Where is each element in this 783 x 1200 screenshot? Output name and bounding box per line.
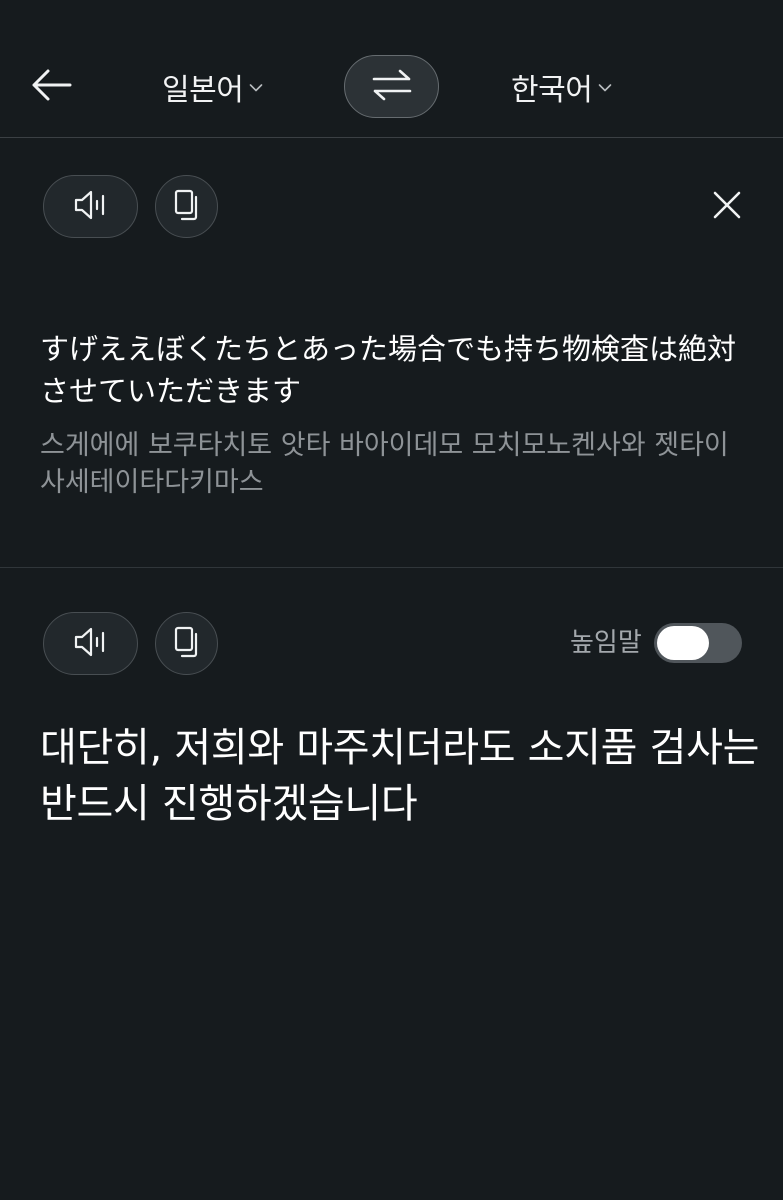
swap-languages-button[interactable] [344,55,439,118]
toggle-knob [657,626,709,660]
speaker-icon [74,626,108,662]
close-icon [713,191,741,223]
honorific-label: 높임말 [570,628,642,658]
copy-icon [174,626,200,662]
chevron-down-icon [249,83,263,93]
panel-divider [0,567,783,568]
source-pronunciation: 스게에에 보쿠타치토 앗타 바아이데모 모치모노켄사와 젯타이 사세테이타다키마… [40,430,729,498]
source-copy-button[interactable] [155,175,218,238]
back-button[interactable] [22,62,80,112]
source-language-label: 일본어 [162,73,244,108]
source-speak-button[interactable] [43,175,138,238]
arrow-left-icon [30,68,72,106]
clear-text-button[interactable] [706,186,748,228]
source-text[interactable]: すげええぼくたちとあった場合でも持ち物検査は絶対させていただきます [40,328,740,412]
chevron-down-icon [598,83,612,93]
top-bar: 일본어 한국어 [0,0,783,138]
speaker-icon [74,189,108,225]
copy-icon [174,189,200,225]
target-speak-button[interactable] [43,612,138,675]
target-language-selector[interactable]: 한국어 [511,64,612,110]
source-language-selector[interactable]: 일본어 [162,64,263,110]
target-language-label: 한국어 [511,73,593,108]
honorific-toggle[interactable] [654,623,742,663]
target-copy-button[interactable] [155,612,218,675]
target-text: 대단히, 저희와 마주치더라도 소지품 검사는 반드시 진행하겠습니다 [40,725,760,827]
swap-arrows-icon [371,68,413,106]
